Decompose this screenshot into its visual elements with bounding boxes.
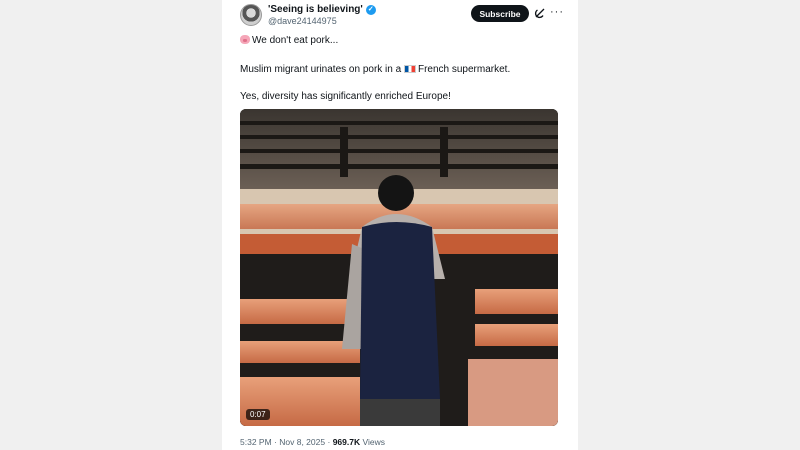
video-frame — [240, 109, 558, 426]
post-meta: 5:32 PM · Nov 8, 2025 · 969.7K Views — [240, 437, 386, 447]
post-date[interactable]: Nov 8, 2025 — [279, 437, 325, 447]
pig-emoji-icon — [240, 35, 250, 44]
views-count: 969.7K — [332, 437, 361, 447]
verified-badge-icon: ✓ — [365, 4, 376, 15]
video-player[interactable]: 0:07 — [240, 109, 558, 426]
more-icon[interactable]: ··· — [550, 6, 564, 18]
author-name[interactable]: 'Seeing is believing' — [268, 4, 363, 15]
post-time[interactable]: 5:32 PM — [240, 437, 272, 447]
grok-icon[interactable] — [534, 7, 546, 19]
subscribe-button[interactable]: Subscribe — [471, 5, 529, 22]
post-line-1: We don't eat pork... — [240, 35, 338, 46]
tweet-card: 'Seeing is believing' ✓ @dave24144975 Su… — [222, 0, 578, 450]
video-duration: 0:07 — [246, 409, 270, 420]
author-name-row[interactable]: 'Seeing is believing' ✓ — [268, 4, 376, 15]
post-line-3: Yes, diversity has significantly enriche… — [240, 91, 451, 102]
france-flag-icon — [403, 65, 416, 73]
post-line-2: Muslim migrant urinates on pork in a Fre… — [240, 64, 511, 75]
author-handle[interactable]: @dave24144975 — [268, 16, 337, 26]
views-label: Views — [362, 437, 386, 447]
avatar[interactable] — [240, 4, 262, 26]
